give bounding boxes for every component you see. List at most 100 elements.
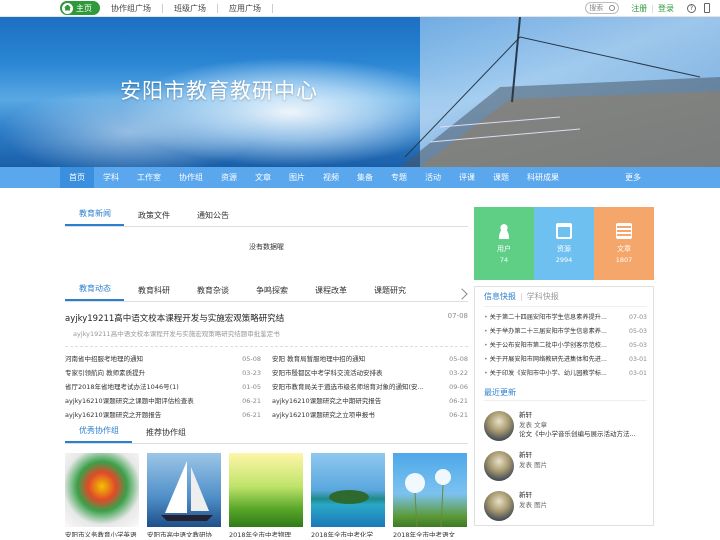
tab-notice[interactable]: 通知公告 [183, 210, 242, 226]
list-item[interactable]: 安阳市殷都区中考学科交流活动安排表 03-22 [272, 366, 468, 380]
list-item[interactable]: ayjky16210课题研究之立项申报书 06-21 [272, 408, 468, 422]
stat-articles[interactable]: 文章 1807 [594, 207, 654, 280]
gallery-image[interactable] [65, 453, 139, 527]
gallery-item[interactable]: 安阳市高中语文教研协 [147, 453, 221, 537]
nav-more[interactable]: 更多 [616, 167, 650, 188]
main-content: 教育新闻 政策文件 通知公告 没有数据喔 教育动态 教育科研 教育杂谈 争鸣探索… [65, 207, 468, 537]
tab-edu-talk[interactable]: 教育杂谈 [183, 285, 242, 301]
nav-review[interactable]: 评课 [450, 167, 484, 188]
gallery-image[interactable] [393, 453, 467, 527]
toplink-group-square[interactable]: 协作组广场 [100, 3, 163, 13]
sidebar: 用户 74 资源 2994 文章 1807 信息快报 | 学科快报 关于第二十四… [474, 207, 654, 526]
help-icon[interactable]: ? [687, 3, 696, 13]
tab-curriculum[interactable]: 课程改革 [301, 285, 360, 301]
toplink-app-square[interactable]: 应用广场 [218, 3, 273, 13]
avatar[interactable] [484, 491, 514, 521]
gallery-image[interactable] [311, 453, 385, 527]
nav-project[interactable]: 课题 [484, 167, 518, 188]
update-item[interactable]: 新轩 发表 文章 论文《中小学音乐创编与展示活动方法... [484, 411, 647, 441]
headline-summary: ayjky19211高中语文校本课程开发与实施宏观策略研究结题审批鉴定书 [73, 330, 280, 338]
nav-studio[interactable]: 工作室 [128, 167, 170, 188]
list-item[interactable]: 关于印发《安阳市中小学、幼儿园教学标...03-01 [484, 367, 647, 381]
folder-icon [556, 223, 572, 239]
nav-prep[interactable]: 集备 [348, 167, 382, 188]
list-item[interactable]: 关于公布安阳市第二批中小学创客示范校...05-03 [484, 339, 647, 353]
search-placeholder: 搜索 [589, 4, 604, 12]
chevron-right-icon[interactable] [456, 288, 468, 300]
list-item[interactable]: 关于第二十四届安阳市学生信息素养提升...07-03 [484, 311, 647, 325]
nav-group[interactable]: 协作组 [170, 167, 212, 188]
headline-date: 07-08 [447, 312, 468, 320]
nav-video[interactable]: 视频 [314, 167, 348, 188]
home-button[interactable]: 主页 [60, 1, 100, 15]
tab-info-bulletin[interactable]: 信息快报 [484, 291, 516, 302]
gallery-image[interactable] [147, 453, 221, 527]
gallery-item[interactable]: 2018年全市中考语文 [393, 453, 467, 537]
gallery-item[interactable]: 2018年全市中考化学 [311, 453, 385, 537]
island-icon [329, 490, 369, 504]
stats-panel: 用户 74 资源 2994 文章 1807 [474, 207, 654, 280]
tab-edu-research[interactable]: 教育科研 [124, 285, 183, 301]
nav-topic[interactable]: 专题 [382, 167, 416, 188]
group-gallery: 安阳市义务教育小学英语 安阳市高中语文教研协 2018年全市中考物理 2018年… [65, 453, 468, 537]
tab-recommended-groups[interactable]: 推荐协作组 [132, 427, 199, 443]
update-item[interactable]: 新轩 发表 图片 [484, 451, 647, 481]
nav-picture[interactable]: 图片 [280, 167, 314, 188]
list-item[interactable]: ayjky16210课题研究之开题报告 06-21 [65, 408, 261, 422]
search-icon[interactable] [609, 5, 616, 11]
update-item[interactable]: 新轩 发表 图片 [484, 491, 647, 521]
mobile-icon[interactable] [704, 3, 710, 13]
nav-home[interactable]: 首页 [60, 167, 94, 188]
nav-article[interactable]: 文章 [246, 167, 280, 188]
gallery-item[interactable]: 2018年全市中考物理 [229, 453, 303, 537]
avatar[interactable] [484, 451, 514, 481]
info-box: 信息快报 | 学科快报 关于第二十四届安阳市学生信息素养提升...07-03 关… [474, 286, 654, 526]
list-item[interactable]: 关于举办第二十三届安阳市学生信息素养...05-03 [484, 325, 647, 339]
news-col-right: 安阳 教育局暂服地理中招的通知 05-08 安阳市殷都区中考学科交流活动安排表 03… [272, 352, 468, 422]
tab-edu-dynamic[interactable]: 教育动态 [65, 283, 124, 301]
tab-debate[interactable]: 争鸣探索 [242, 285, 301, 301]
list-item[interactable]: 专家引领航向 教师素质提升 03-23 [65, 366, 261, 380]
tab-excellent-groups[interactable]: 优秀协作组 [65, 425, 132, 443]
search-input[interactable]: 搜索 [585, 2, 620, 14]
latest-updates-title: 最近更新 [484, 387, 647, 401]
news-tabs: 教育新闻 政策文件 通知公告 [65, 207, 468, 227]
login-link[interactable]: 登录 [658, 3, 674, 14]
list-item[interactable]: ayjky16210课题研究之课题中期评估检查表 06-21 [65, 394, 261, 408]
no-data-message: 没有数据喔 [249, 243, 284, 251]
list-item[interactable]: 安阳 教育局暂服地理中招的通知 05-08 [272, 352, 468, 366]
tab-policy[interactable]: 政策文件 [124, 210, 183, 226]
site-title: 安阳市教育教研中心 [120, 79, 318, 103]
register-link[interactable]: 注册 [631, 3, 647, 14]
list-item[interactable]: 河南省中招服考地理的通知 05-08 [65, 352, 261, 366]
top-bar: 主页 协作组广场 班级广场 应用广场 搜索 注册 | 登录 ? [0, 0, 720, 17]
list-item[interactable]: 安阳市教育局关于遴选市级名师培育对象的通知(安... 09-06 [272, 380, 468, 394]
gallery-item[interactable]: 安阳市义务教育小学英语 [65, 453, 139, 537]
headline-title[interactable]: ayjky19211高中语文校本课程开发与实施宏观策略研究结 [65, 312, 284, 324]
avatar[interactable] [484, 411, 514, 441]
toplink-class-square[interactable]: 班级广场 [163, 3, 218, 13]
tab-subject-bulletin[interactable]: 学科快报 [527, 291, 559, 302]
list-item[interactable]: 关于开展安阳市网络教研先进集体和先进...03-01 [484, 353, 647, 367]
info-tabs: 信息快报 | 学科快报 [484, 287, 647, 307]
document-icon [616, 223, 632, 239]
news-list: 河南省中招服考地理的通知 05-08 专家引领航向 教师素质提升 03-23 省厅2… [65, 352, 468, 422]
tab-education-news[interactable]: 教育新闻 [65, 208, 124, 226]
gallery-image[interactable] [229, 453, 303, 527]
user-icon [496, 223, 512, 239]
stat-resources[interactable]: 资源 2994 [534, 207, 594, 280]
list-item[interactable]: 省厅2018年省地理考试办法1046号(1) 01-05 [65, 380, 261, 394]
nav-resource[interactable]: 资源 [212, 167, 246, 188]
banner: 安阳市教育教研中心 [0, 17, 720, 167]
sailboat-illustration [400, 17, 720, 167]
nav-subject[interactable]: 学科 [94, 167, 128, 188]
tab-subject-research[interactable]: 课题研究 [360, 285, 419, 301]
headline[interactable]: ayjky19211高中语文校本课程开发与实施宏观策略研究结 07-08 [65, 312, 468, 324]
group-tabs: 优秀协作组 推荐协作组 [65, 424, 468, 444]
nav-activity[interactable]: 活动 [416, 167, 450, 188]
home-label: 主页 [76, 3, 92, 13]
news-col-left: 河南省中招服考地理的通知 05-08 专家引领航向 教师素质提升 03-23 省厅2… [65, 352, 261, 422]
stat-users[interactable]: 用户 74 [474, 207, 534, 280]
list-item[interactable]: ayjky16210课题研究之中期研究报告 06-21 [272, 394, 468, 408]
nav-research[interactable]: 科研成果 [518, 167, 568, 188]
